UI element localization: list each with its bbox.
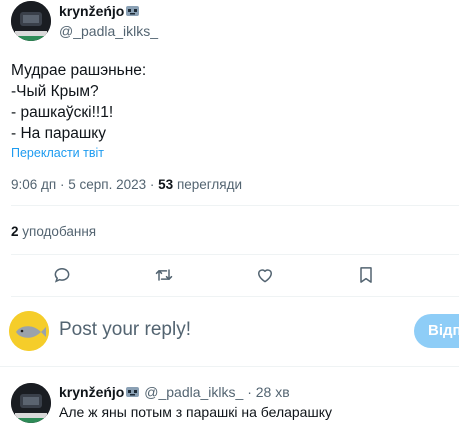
- author-handle[interactable]: @_padla_iklks_: [59, 23, 158, 39]
- tweet-line: Мудрае рашэньне:: [11, 62, 147, 79]
- current-user-avatar[interactable]: [9, 311, 49, 351]
- tweet-line: - На парашку: [11, 125, 106, 142]
- avatar-image: [11, 1, 51, 41]
- reply-action-button[interactable]: [52, 265, 72, 285]
- reply-icon: [54, 267, 70, 283]
- separator: ·: [247, 384, 252, 400]
- likes-stat[interactable]: 2 уподобання: [11, 224, 96, 239]
- author-name[interactable]: krynžeńjo: [59, 3, 124, 19]
- reply-author-handle[interactable]: @_padla_iklks_: [144, 384, 243, 400]
- tweet-date[interactable]: 5 серп. 2023: [68, 177, 146, 192]
- author-avatar[interactable]: [11, 1, 51, 41]
- tweet-line: -Чый Крым?: [11, 83, 99, 100]
- reply-text: Але ж яны потым з парашкі на беларашку: [59, 404, 332, 420]
- tweet-line: - рашкаўскі!!1!: [11, 104, 114, 121]
- divider: [0, 366, 459, 367]
- robot-emoji-icon: [125, 385, 140, 399]
- divider: [11, 205, 459, 206]
- tweet-meta: 9:06 дп · 5 серп. 2023 · 53 перегляди: [11, 177, 243, 192]
- fish-avatar-image: [9, 311, 49, 351]
- likes-label: уподобання: [22, 224, 97, 239]
- retweet-action-button[interactable]: [154, 265, 174, 285]
- views-label: перегляди: [176, 177, 243, 192]
- retweet-icon: [155, 269, 173, 281]
- translate-tweet-link[interactable]: Перекласти твіт: [11, 146, 104, 160]
- robot-emoji-icon: [125, 4, 140, 18]
- tweet-time[interactable]: 9:06 дп: [11, 177, 56, 192]
- views-count: 53: [158, 177, 174, 192]
- likes-count: 2: [11, 224, 19, 239]
- divider: [11, 254, 459, 255]
- tweet-text: Мудрае рашэньне: -Чый Крым? - рашкаўскі!…: [11, 60, 146, 144]
- reply-author-avatar[interactable]: [11, 383, 51, 423]
- reply-input[interactable]: Post your reply!: [59, 319, 399, 341]
- divider: [11, 296, 459, 297]
- reply-time[interactable]: 28 хв: [256, 384, 290, 400]
- reply-author-name[interactable]: krynžeńjo: [59, 384, 124, 400]
- like-action-button[interactable]: [255, 265, 275, 285]
- bookmark-action-button[interactable]: [356, 265, 376, 285]
- heart-icon: [258, 269, 272, 283]
- reply-submit-button[interactable]: Відп: [414, 314, 459, 348]
- avatar-image: [11, 383, 51, 423]
- bookmark-icon: [360, 267, 372, 283]
